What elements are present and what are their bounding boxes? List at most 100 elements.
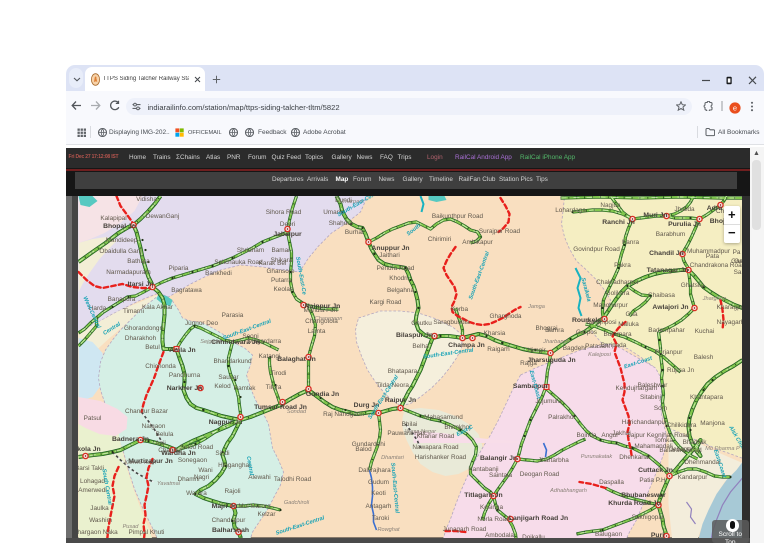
svg-text:Ghatsila: Ghatsila (680, 282, 704, 289)
svg-text:Boinda: Boinda (576, 432, 596, 439)
svg-text:Burhar: Burhar (344, 229, 364, 236)
svg-text:Warora: Warora (186, 490, 207, 497)
svg-text:Surajpur Road: Surajpur Road (478, 228, 520, 235)
svg-text:Buramara: Buramara (603, 331, 632, 338)
svg-text:Obaidulla Ganj: Obaidulla Ganj (99, 248, 141, 255)
svg-text:Bhatapara: Bhatapara (387, 368, 417, 375)
svg-text:Sakhigopal: Sakhigopal (631, 514, 663, 521)
svg-text:Nagjua: Nagjua (600, 202, 621, 209)
svg-text:Kala Akhar: Kala Akhar (142, 304, 174, 311)
svg-text:Khodri: Khodri (389, 275, 407, 282)
svg-text:Pandhurna: Pandhurna (168, 372, 200, 379)
svg-text:Jaulka: Jaulka (90, 505, 109, 512)
svg-text:Chirimiri: Chirimiri (427, 236, 450, 243)
svg-text:Banapura: Banapura (107, 296, 135, 303)
svg-text:Khurda Road Jn: Khurda Road Jn (608, 500, 661, 507)
svg-text:Chichonda: Chichonda (145, 363, 176, 370)
svg-text:Kesinga: Kesinga (479, 504, 503, 511)
svg-text:Nawapara Road: Nawapara Road (412, 444, 459, 451)
svg-text:Jujumura: Jujumura (535, 398, 562, 405)
svg-text:Dallirajhara: Dallirajhara (358, 467, 391, 474)
svg-text:Lohardaga: Lohardaga (555, 207, 586, 214)
svg-text:Baripada: Baripada (600, 342, 626, 349)
svg-text:Adhabhangarh: Adhabhangarh (549, 488, 587, 494)
svg-text:Anuppur Jn: Anuppur Jn (371, 245, 409, 252)
svg-text:Bhilai: Bhilai (401, 421, 417, 428)
svg-text:Balaghat Jn: Balaghat Jn (277, 356, 316, 363)
svg-text:Patia P.H: Patia P.H (639, 477, 666, 484)
svg-text:Saragbundia: Saragbundia (433, 319, 470, 326)
svg-text:Keoti: Keoti (371, 490, 386, 497)
svg-text:Itarsi Jn: Itarsi Jn (127, 281, 153, 288)
svg-text:Harishanker Road: Harishanker Road (414, 454, 466, 461)
svg-text:Gua: Gua (625, 311, 638, 318)
svg-text:Kuchai: Kuchai (694, 328, 714, 335)
svg-text:Kelzar: Kelzar (257, 511, 276, 518)
svg-text:Ghutku: Ghutku (411, 320, 432, 327)
svg-text:Chandil Jn: Chandil Jn (649, 250, 684, 257)
svg-text:Daspalla: Daspalla (599, 479, 624, 486)
svg-text:Akola Jn: Akola Jn (78, 446, 101, 453)
svg-text:Gondia Jn: Gondia Jn (305, 391, 338, 398)
svg-text:Govindpur Road: Govindpur Road (573, 246, 620, 253)
svg-text:Jajpur Keonjhar Road: Jajpur Keonjhar Road (627, 432, 689, 439)
svg-text:Piparia: Piparia (168, 265, 188, 272)
svg-text:Shikara: Shikara (270, 257, 292, 264)
svg-text:Bhadrak: Bhadrak (682, 439, 707, 446)
svg-text:Taroki: Taroki (371, 515, 388, 522)
svg-text:Badnera Jn: Badnera Jn (111, 436, 148, 443)
svg-text:Gudum: Gudum (368, 479, 389, 486)
svg-text:Kharsia: Kharsia (483, 330, 505, 337)
svg-text:Chhindwara Jn: Chhindwara Jn (211, 339, 260, 346)
svg-text:Norla Road: Norla Road (477, 516, 510, 523)
svg-text:Maluka: Maluka (618, 321, 639, 328)
svg-text:Bhandarkund: Bhandarkund (213, 358, 251, 365)
svg-text:Wasa Nagar: Wasa Nagar (405, 429, 437, 435)
svg-text:Bilaspur Jn: Bilaspur Jn (395, 332, 432, 339)
svg-text:Keolari: Keolari (273, 286, 293, 293)
svg-text:Jhargram: Jhargram (701, 296, 726, 302)
svg-text:Jabalpur: Jabalpur (273, 231, 302, 238)
svg-text:Saintala: Saintala (488, 472, 512, 479)
svg-text:Purulia Jn: Purulia Jn (668, 221, 701, 228)
svg-text:Narkher Jn: Narkher Jn (166, 385, 202, 392)
svg-text:Nagpur Jn: Nagpur Jn (208, 419, 242, 426)
svg-text:Khantapara: Khantapara (689, 394, 722, 401)
svg-text:Chakradharpur: Chakradharpur (596, 279, 640, 286)
svg-text:Parasia: Parasia (221, 312, 243, 319)
svg-text:Shahdol: Shahdol (328, 220, 351, 227)
svg-text:Kharagpur: Kharagpur (716, 304, 742, 311)
svg-text:Mul Marora: Mul Marora (238, 503, 271, 510)
svg-text:Adra: Adra (706, 205, 722, 212)
svg-text:Sihora Road: Sihora Road (265, 209, 301, 216)
svg-text:Kalejposi: Kalejposi (588, 352, 611, 358)
svg-text:Ramtek: Ramtek (233, 385, 256, 392)
svg-text:Anji: Anji (155, 440, 166, 447)
svg-text:Amerwedi: Amerwedi (78, 487, 106, 494)
svg-text:Harichandanpur: Harichandanpur (621, 419, 667, 426)
svg-text:Rowghat: Rowghat (377, 527, 400, 533)
svg-text:Tilora: Tilora (265, 384, 281, 391)
svg-text:Lohagad: Lohagad (80, 478, 105, 485)
svg-text:Mahamandali: Mahamandali (634, 443, 672, 450)
svg-text:Garpos: Garpos (576, 329, 597, 336)
svg-text:Chandrapur: Chandrapur (211, 517, 246, 524)
svg-text:Wardha Jn: Wardha Jn (161, 450, 196, 457)
svg-text:Ghorandongri: Ghorandongri (123, 325, 162, 332)
svg-text:Betul: Betul (145, 344, 160, 351)
svg-text:Mahasamund: Mahasamund (424, 414, 463, 421)
svg-text:Cuttack Jn: Cuttack Jn (638, 467, 673, 474)
svg-text:Balharshah: Balharshah (211, 527, 248, 534)
svg-text:Sitabinj: Sitabinj (640, 394, 661, 401)
svg-text:Jenapur: Jenapur (669, 446, 693, 453)
svg-text:Lanjigarh Road Jn: Lanjigarh Road Jn (508, 515, 567, 522)
svg-text:Bhubaneswar: Bhubaneswar (621, 492, 666, 499)
svg-text:Chaibasa: Chaibasa (647, 292, 674, 299)
svg-text:Barsi Takli: Barsi Takli (78, 465, 104, 472)
svg-text:Ambikapur: Ambikapur (462, 239, 493, 246)
svg-text:Raigarh: Raigarh (487, 346, 510, 353)
svg-text:Porjanpur: Porjanpur (654, 349, 683, 356)
svg-text:Jhalida: Jhalida (674, 206, 695, 213)
svg-text:Shridham: Shridham (236, 247, 263, 254)
svg-text:Kelod: Kelod (214, 383, 231, 390)
